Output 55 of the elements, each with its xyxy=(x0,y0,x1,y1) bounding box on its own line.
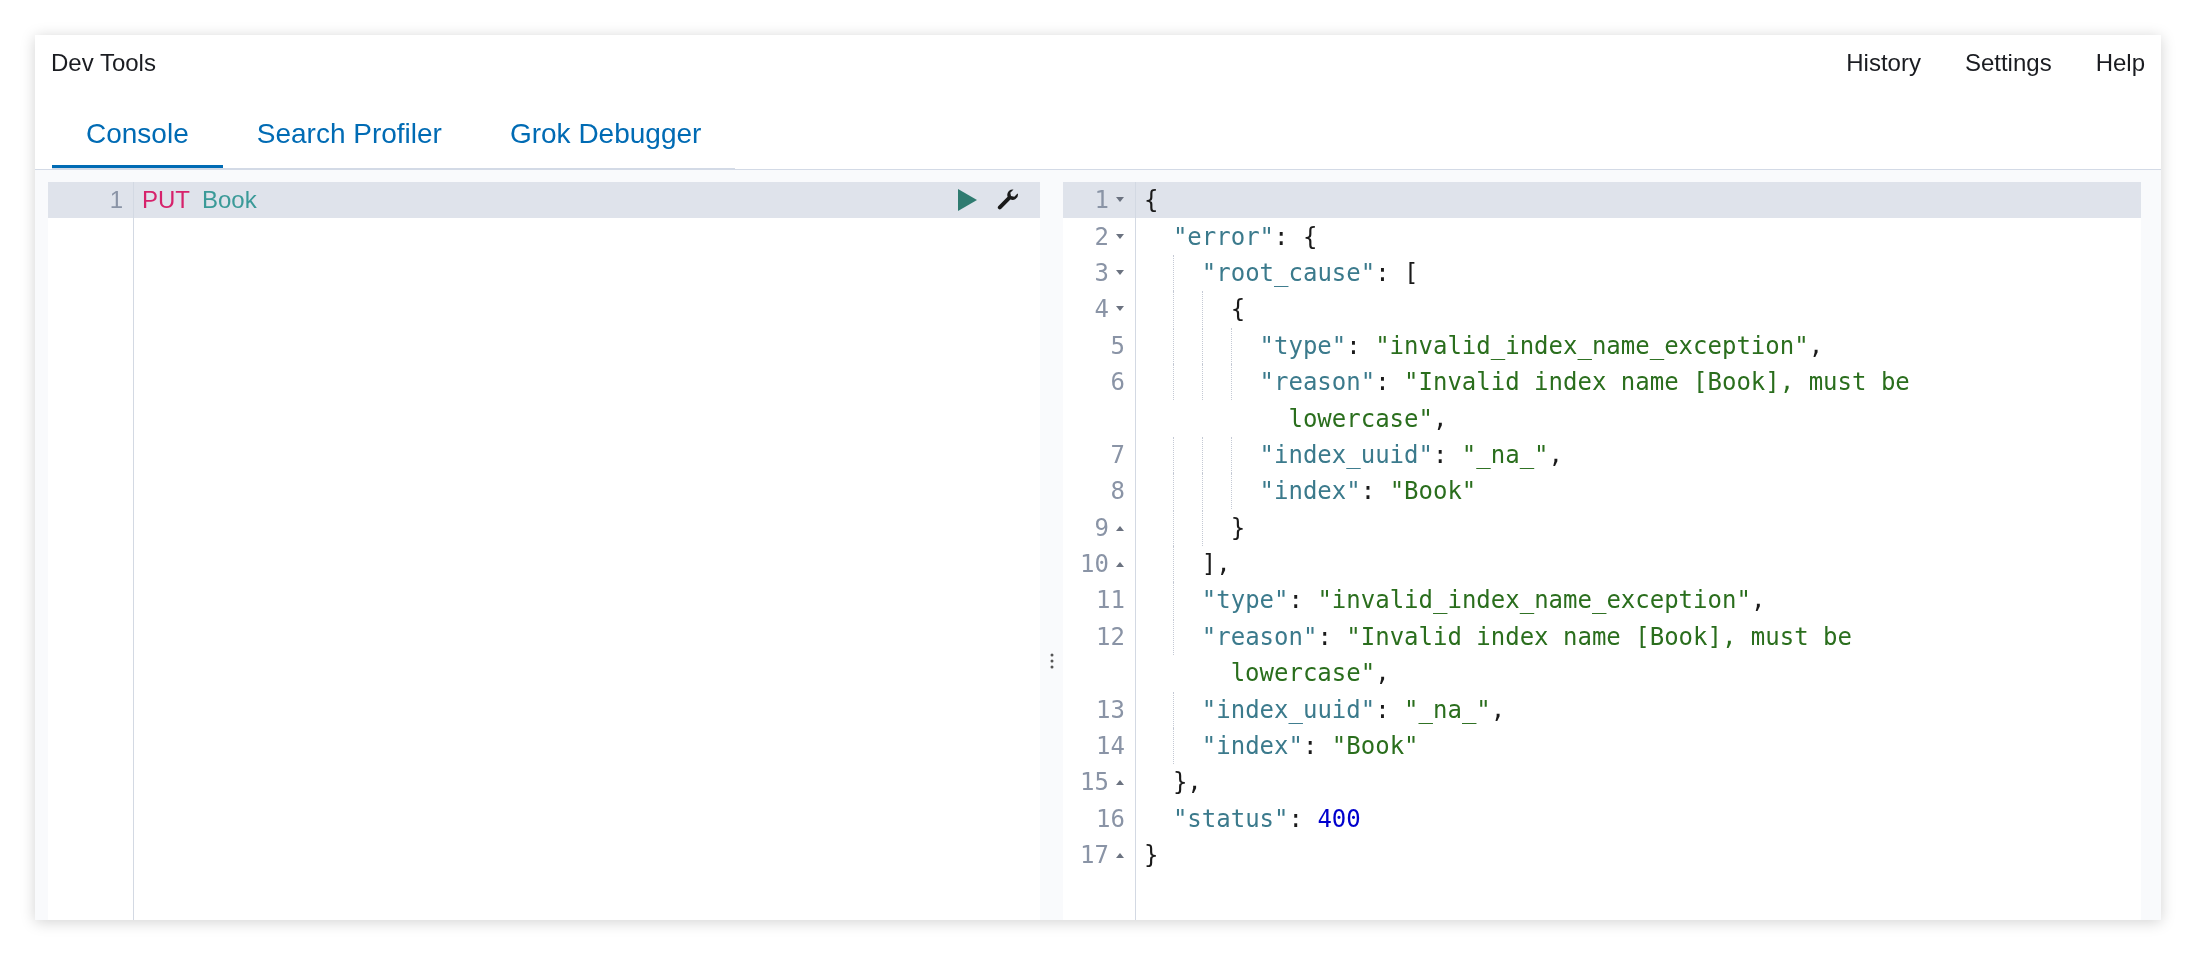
app-title: Dev Tools xyxy=(51,47,156,78)
fold-arrow-icon[interactable] xyxy=(1115,233,1125,240)
line-number: 3 xyxy=(1094,257,1109,289)
code-line: } xyxy=(1144,509,1246,546)
code-line: }, xyxy=(1171,767,1202,799)
line-number: 12 xyxy=(1096,621,1125,653)
line-number: 4 xyxy=(1094,294,1109,326)
tab[interactable]: Grok Debugger xyxy=(475,90,736,168)
fold-arrow-icon[interactable] xyxy=(1115,779,1125,786)
code-line: "status": 400 xyxy=(1171,803,1361,835)
play-button[interactable] xyxy=(956,188,978,213)
line-number: 1 xyxy=(1094,185,1109,217)
code-line: "type": "invalid_index_name_exception", xyxy=(1144,582,1766,619)
line-number: 10 xyxy=(1080,549,1109,581)
code-line: "root_cause": [ xyxy=(1144,254,1419,291)
request-editor[interactable]: 1 PUT Book xyxy=(48,182,1040,920)
fold-arrow-icon[interactable] xyxy=(1115,269,1125,276)
line-number: 16 xyxy=(1096,803,1125,835)
code-line: } xyxy=(1144,840,1159,872)
line-number: 8 xyxy=(1110,476,1125,508)
code-line: lowercase", xyxy=(1229,658,1390,690)
code-line: "error": { xyxy=(1171,221,1318,253)
line-number: 6 xyxy=(1110,367,1125,399)
header-link[interactable]: History xyxy=(1846,44,1921,81)
line-number: 2 xyxy=(1094,221,1109,253)
code-line: "index": "Book" xyxy=(1144,473,1477,510)
code-line: "type": "invalid_index_name_exception", xyxy=(1144,327,1824,364)
header-link[interactable]: Help xyxy=(2095,44,2145,81)
code-line: "index_uuid": "_na_", xyxy=(1144,691,1506,728)
code-line: "index": "Book" xyxy=(1144,728,1419,765)
line-number: 5 xyxy=(1110,330,1125,362)
code-line: "reason": "Invalid index name [Book], must be xyxy=(1144,618,1852,655)
code-line: "index_uuid": "_na_", xyxy=(1144,436,1563,473)
line-number: 14 xyxy=(1096,731,1125,763)
fold-arrow-icon[interactable] xyxy=(1115,524,1125,531)
code-line: lowercase", xyxy=(1287,403,1448,435)
fold-arrow-icon[interactable] xyxy=(1115,852,1125,859)
code-line: { xyxy=(1144,185,1159,217)
resize-handle-icon[interactable] xyxy=(1049,653,1054,669)
code-line: ], xyxy=(1144,546,1231,583)
line-number: 17 xyxy=(1080,840,1109,872)
code-line: { xyxy=(1144,291,1246,328)
code-line: PUT Book xyxy=(142,185,257,216)
line-number: 11 xyxy=(1096,585,1125,617)
line-number: 7 xyxy=(1110,439,1125,471)
line-number: 15 xyxy=(1080,767,1109,799)
fold-arrow-icon[interactable] xyxy=(1115,306,1125,313)
line-number: 13 xyxy=(1096,694,1125,726)
header-link[interactable]: Settings xyxy=(1964,44,2052,81)
fold-arrow-icon[interactable] xyxy=(1115,197,1125,204)
line-number: 9 xyxy=(1094,512,1109,544)
tab[interactable]: Search Profiler xyxy=(222,90,476,168)
fold-arrow-icon[interactable] xyxy=(1115,561,1125,568)
code-line: "reason": "Invalid index name [Book], must be xyxy=(1144,364,1910,401)
line-number: 1 xyxy=(109,185,123,216)
